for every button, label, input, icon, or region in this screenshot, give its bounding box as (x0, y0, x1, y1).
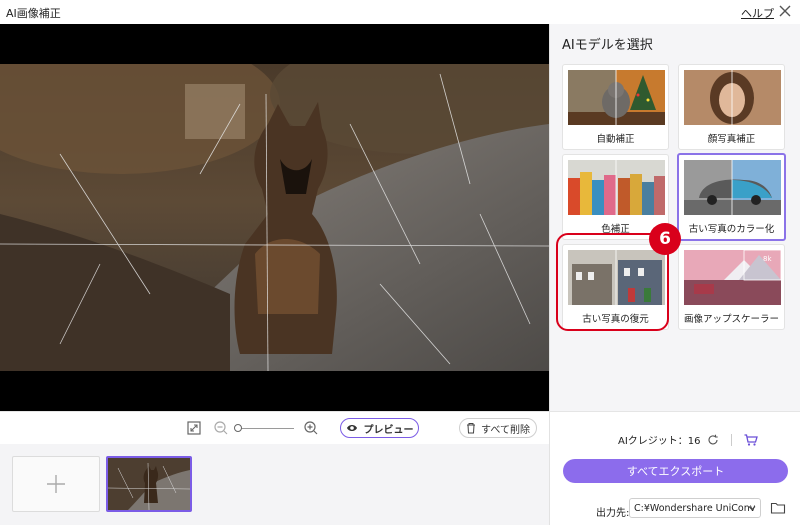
folder-icon[interactable] (770, 500, 786, 516)
model-card-auto-enhance[interactable]: 自動補正 (562, 64, 669, 150)
thumbnail-photo (108, 458, 190, 510)
eye-icon (346, 425, 357, 431)
delete-all-button[interactable]: すべて削除 (459, 418, 537, 438)
dog-photo (0, 64, 549, 371)
auto-enhance-thumbnail (568, 70, 665, 125)
model-panel: AIモデルを選択 自動補正 顔写真補正 色補正 古い写真のカラー化 古い写真の復… (549, 24, 800, 411)
image-preview-area (0, 24, 549, 411)
delete-all-label: すべて削除 (481, 424, 530, 436)
model-label-face-enhance: 顔写真補正 (707, 134, 756, 145)
close-icon[interactable] (776, 2, 794, 20)
model-label-old-photo-colorize: 古い写真のカラー化 (688, 224, 775, 235)
output-path-value: C:¥Wondershare UniConv (634, 502, 756, 514)
help-link[interactable]: ヘルプ (741, 5, 774, 21)
window-title: AI画像補正 (6, 7, 61, 20)
divider (730, 433, 732, 446)
trash-icon (467, 423, 476, 434)
step-badge: 6 (649, 223, 681, 255)
panel-title: AIモデルを選択 (562, 38, 653, 53)
output-path-select[interactable]: C:¥Wondershare UniConv (629, 498, 761, 518)
refresh-icon[interactable] (707, 434, 719, 446)
image-thumbnail[interactable] (106, 456, 192, 512)
zoom-slider-handle[interactable] (234, 424, 242, 432)
export-all-button[interactable]: すべてエクスポート (563, 459, 788, 483)
zoom-in-icon[interactable] (303, 420, 319, 436)
model-card-old-photo-colorize[interactable]: 古い写真のカラー化 (677, 153, 786, 241)
cart-icon[interactable] (744, 433, 758, 446)
model-label-auto-enhance: 自動補正 (596, 134, 635, 145)
add-image-button[interactable] (12, 456, 100, 512)
preview-toolbar: プレビュー すべて削除 (0, 411, 549, 444)
export-panel: AIクレジット：16 すべてエクスポート 出力先: C:¥Wondershare… (549, 411, 800, 525)
model-label-image-upscaler: 画像アップスケーラー (683, 314, 779, 325)
model-card-image-upscaler[interactable]: 8k 画像アップスケーラー (678, 244, 785, 330)
colorize-thumbnail (684, 160, 781, 215)
face-enhance-thumbnail (684, 70, 781, 125)
zoom-out-icon[interactable] (213, 420, 229, 436)
filmstrip (0, 444, 549, 525)
preview-button[interactable]: プレビュー (340, 418, 419, 438)
model-card-face-enhance[interactable]: 顔写真補正 (678, 64, 785, 150)
credits-row: AIクレジット：16 (618, 432, 758, 447)
fit-screen-icon[interactable] (186, 420, 202, 436)
chevron-down-icon (748, 506, 756, 511)
credits-label: AIクレジット：16 (618, 436, 701, 447)
color-correction-thumbnail (568, 160, 665, 215)
upscale-8k-label: 8k (763, 255, 772, 263)
plus-icon (47, 475, 65, 493)
zoom-slider-track[interactable] (238, 428, 294, 429)
output-label: 出力先: (596, 508, 630, 519)
upscaler-thumbnail: 8k (684, 250, 781, 305)
preview-button-label: プレビュー (363, 424, 414, 436)
title-bar: AI画像補正 ヘルプ (0, 0, 800, 24)
